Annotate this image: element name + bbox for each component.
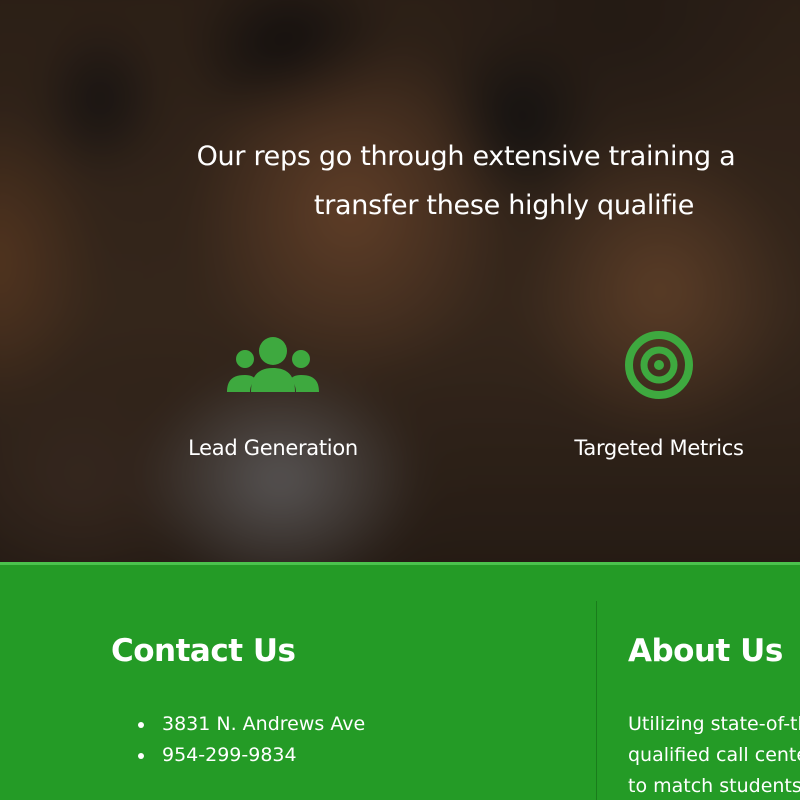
about-line: Utilizing state-of-th (628, 713, 800, 735)
column-divider (596, 601, 597, 800)
contact-phone[interactable]: 954-299-9834 (138, 740, 365, 771)
users-group-icon (227, 337, 319, 392)
contact-address: 3831 N. Andrews Ave (138, 709, 365, 740)
contact-address-text: 3831 N. Andrews Ave (162, 713, 366, 735)
hero-tagline: Our reps go through extensive training a… (0, 132, 800, 230)
target-icon (625, 331, 693, 399)
about-paragraph: Utilizing state-of-th qualified call cen… (628, 709, 800, 800)
hero-tagline-line-2: transfer these highly qualifie (313, 190, 695, 221)
hero-overlay (0, 0, 800, 562)
bullet-icon (138, 722, 144, 728)
feature-targeted-metrics: Targeted Metrics (529, 330, 789, 460)
hero-section: Our reps go through extensive training a… (0, 0, 800, 562)
footer: Contact Us 3831 N. Andrews Ave 954-299-9… (0, 562, 800, 800)
about-heading: About Us (628, 633, 783, 669)
bullet-icon (138, 753, 144, 759)
hero-tagline-line-1: Our reps go through extensive training a (196, 141, 736, 172)
feature-label: Lead Generation (188, 436, 358, 460)
feature-lead-generation: Lead Generation (143, 330, 403, 460)
feature-label: Targeted Metrics (574, 436, 744, 460)
about-line: qualified call center (628, 744, 800, 766)
contact-heading: Contact Us (111, 633, 296, 669)
contact-phone-text[interactable]: 954-299-9834 (162, 744, 297, 766)
page: Our reps go through extensive training a… (0, 0, 800, 800)
about-line: to match students w (628, 775, 800, 797)
contact-list: 3831 N. Andrews Ave 954-299-9834 (138, 709, 365, 771)
